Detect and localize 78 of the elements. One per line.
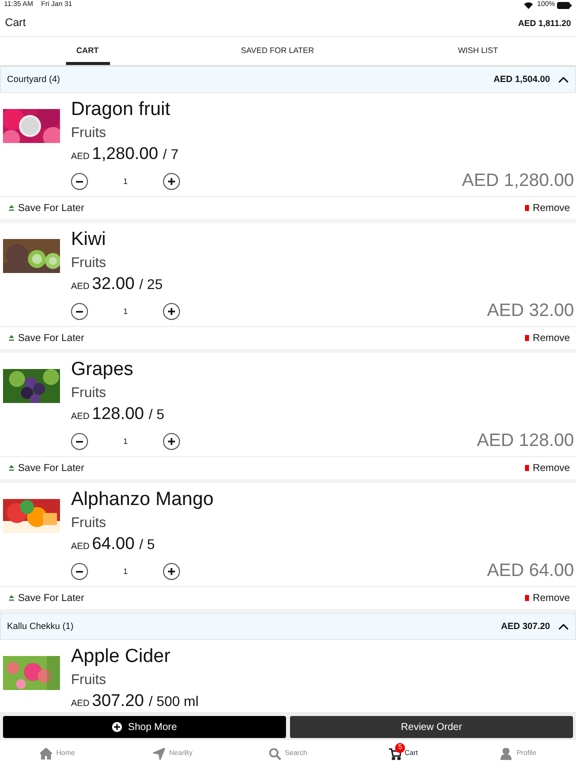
line-total: AED 32.00	[486, 299, 574, 322]
wifi-icon	[524, 2, 534, 9]
decrease-button[interactable]	[71, 303, 88, 320]
plus-circle-icon	[112, 722, 122, 732]
plus-icon	[168, 568, 175, 575]
person-icon	[500, 748, 512, 760]
save-for-later-button[interactable]: Save For Later	[9, 200, 84, 216]
store-total: AED 1,504.00	[493, 72, 550, 86]
tab[interactable]: CART	[0, 37, 175, 65]
product-category: Fruits	[71, 670, 107, 689]
remove-button[interactable]: Remove	[524, 200, 570, 216]
quantity-text: 1	[122, 306, 129, 318]
product-category: Fruits	[71, 513, 107, 532]
product-name: Kiwi	[71, 229, 107, 251]
remove-icon	[524, 205, 529, 211]
product-name: Dragon fruit	[71, 99, 172, 121]
store-name: Kallu Chekku (1)	[7, 620, 74, 633]
tab[interactable]: WISH LIST	[380, 37, 576, 65]
review-order-button[interactable]: Review Order	[290, 716, 573, 738]
quantity-text: 1	[122, 436, 129, 448]
save-for-later-button[interactable]: Save For Later	[9, 590, 84, 606]
save-icon	[9, 205, 14, 211]
minus-icon	[76, 310, 83, 312]
save-for-later-button[interactable]: Save For Later	[9, 460, 84, 476]
line-total: AED 128.00	[476, 429, 574, 452]
store-total: AED 307.20	[500, 620, 550, 633]
line-total: AED 64.00	[486, 559, 574, 582]
remove-icon	[524, 465, 529, 471]
quantity-text: 1	[122, 176, 129, 188]
decrease-button[interactable]	[71, 433, 88, 450]
navigation-icon	[153, 748, 166, 760]
store-header[interactable]: Kallu Chekku (1) AED 307.20	[0, 613, 576, 640]
shop-more-button[interactable]: Shop More	[3, 716, 286, 738]
product-price: AED 64.00 / 5	[71, 533, 156, 555]
battery-icon	[557, 2, 572, 9]
product-price: AED 32.00 / 25	[71, 273, 164, 295]
increase-button[interactable]	[163, 173, 180, 190]
product-category: Fruits	[71, 123, 107, 142]
remove-button[interactable]: Remove	[524, 330, 570, 346]
save-icon	[9, 595, 14, 601]
remove-icon	[524, 595, 529, 601]
chevron-up-icon[interactable]	[558, 622, 569, 630]
plus-icon	[168, 178, 175, 185]
save-icon	[9, 465, 14, 471]
product-category: Fruits	[71, 383, 107, 402]
product-price: AED 1,280.00 / 7	[71, 143, 180, 165]
increase-button[interactable]	[163, 563, 180, 580]
quantity-text: 1	[122, 566, 129, 578]
page-title: Cart	[5, 16, 26, 32]
decrease-button[interactable]	[71, 173, 88, 190]
store-header[interactable]: Courtyard (4) AED 1,504.00	[0, 66, 576, 93]
minus-icon	[76, 440, 83, 442]
remove-button[interactable]: Remove	[524, 460, 570, 476]
save-for-later-button[interactable]: Save For Later	[9, 330, 84, 346]
save-icon	[9, 335, 14, 341]
line-total: AED 1,280.00	[462, 169, 574, 192]
product-price: AED 307.20 / 500 ml	[71, 690, 199, 712]
minus-icon	[76, 570, 83, 572]
minus-icon	[76, 180, 83, 182]
increase-button[interactable]	[163, 303, 180, 320]
search-icon	[268, 748, 281, 760]
product-name: Alphanzo Mango	[71, 489, 214, 511]
remove-button[interactable]: Remove	[524, 590, 570, 606]
store-name: Courtyard (4)	[7, 72, 60, 86]
plus-icon	[168, 308, 175, 315]
tab[interactable]: SAVED FOR LATER	[175, 37, 380, 65]
product-category: Fruits	[71, 253, 107, 272]
product-name: Grapes	[71, 359, 134, 381]
home-icon	[40, 748, 52, 760]
decrease-button[interactable]	[71, 563, 88, 580]
cart-total: AED 1,811.20	[518, 17, 571, 30]
cart-icon	[388, 748, 401, 760]
increase-button[interactable]	[163, 433, 180, 450]
chevron-up-icon[interactable]	[558, 76, 569, 84]
plus-icon	[168, 438, 175, 445]
remove-icon	[524, 335, 529, 341]
product-name: Apple Cider	[71, 646, 172, 668]
product-price: AED 128.00 / 5	[71, 403, 166, 425]
